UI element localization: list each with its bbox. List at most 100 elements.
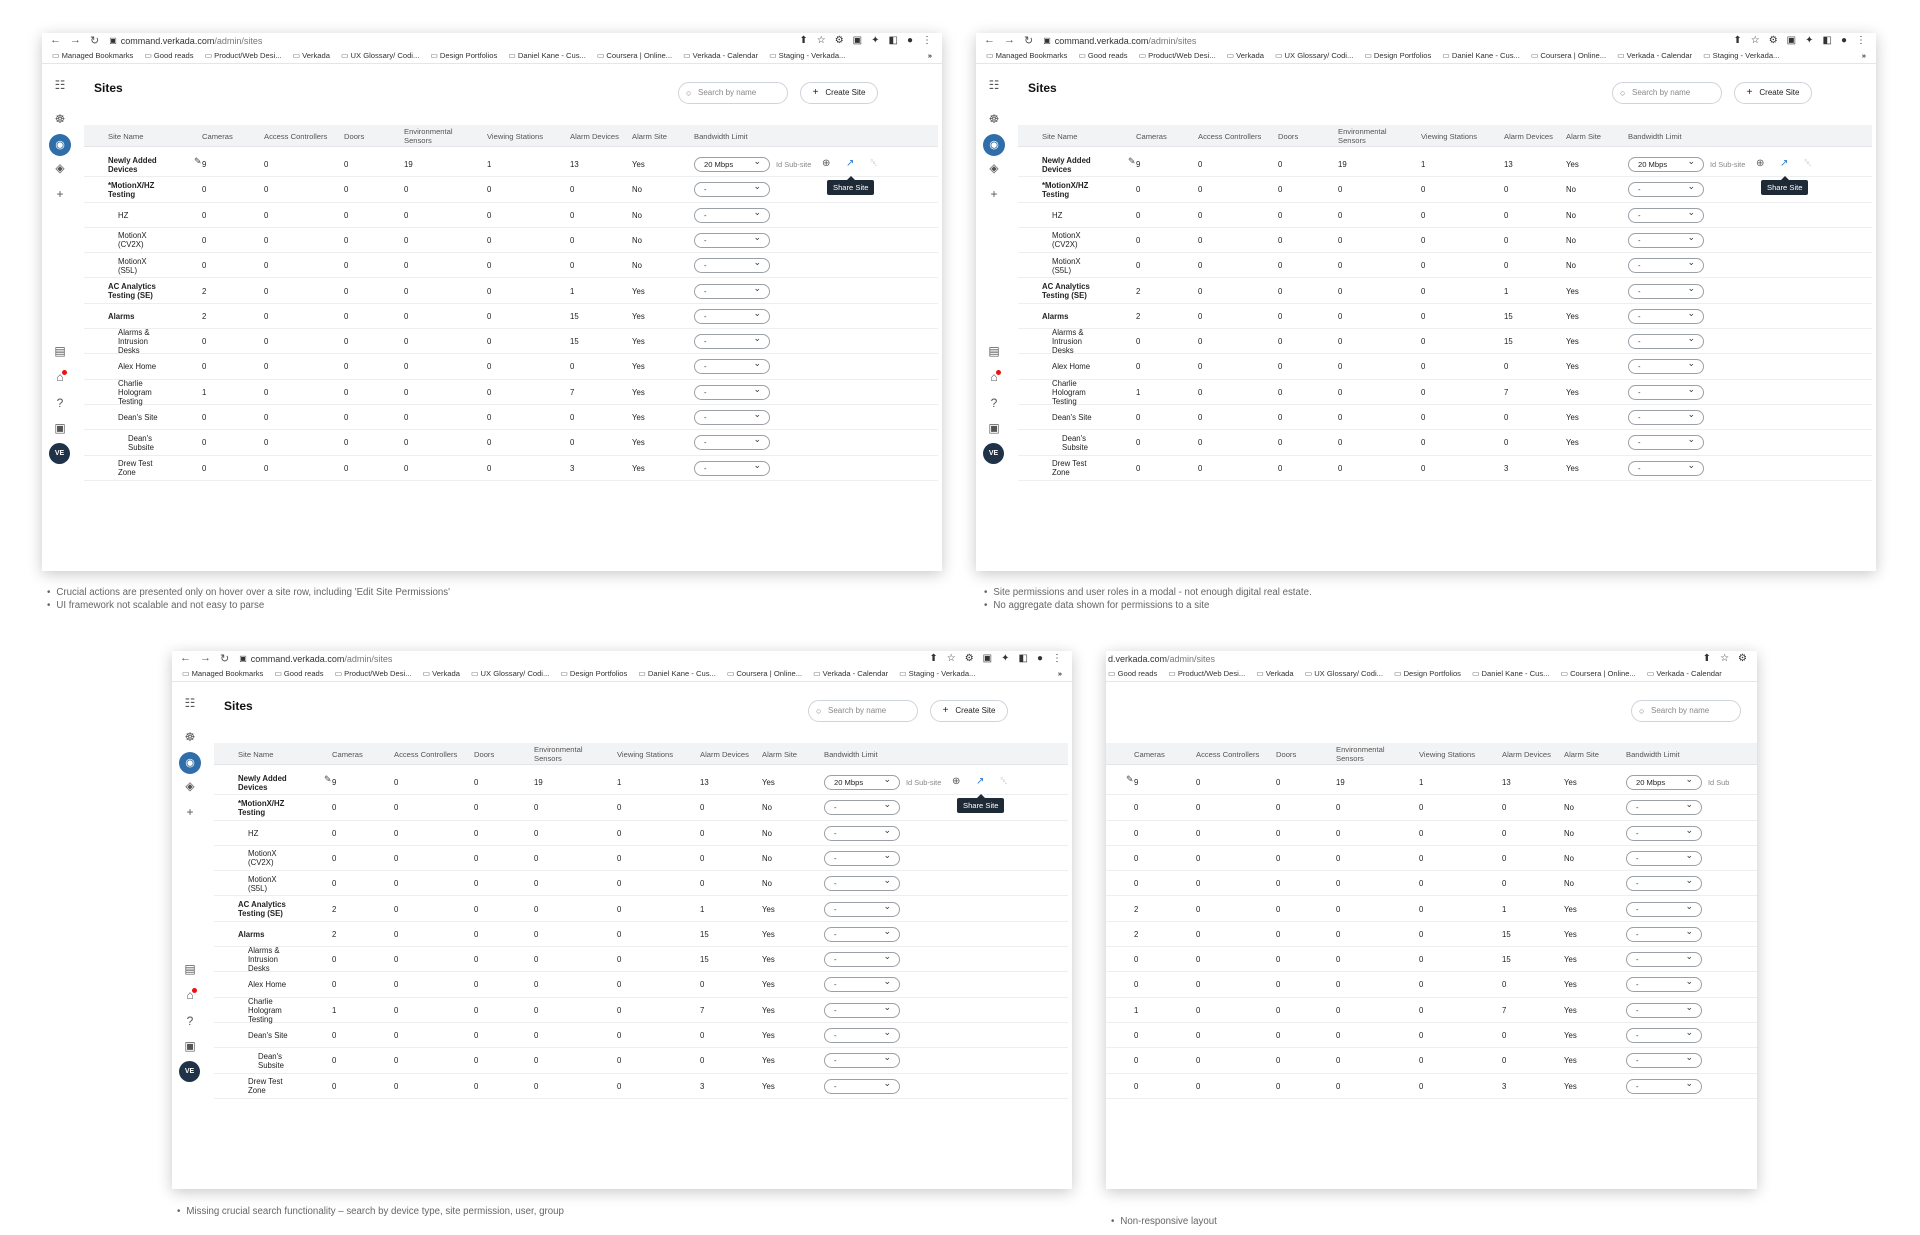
table-row[interactable]: HZ 0 0 0 0 0 0 No - <box>84 203 938 228</box>
bandwidth-select[interactable]: - <box>1628 307 1704 324</box>
table-row[interactable]: Dean's Subsite 0 0 0 0 0 0 Yes - <box>84 430 938 456</box>
table-row[interactable]: 0 0 0 0 0 0 Yes - <box>1106 1048 1757 1074</box>
add-subsite-link[interactable]: Id Sub-site <box>1710 160 1745 169</box>
table-row[interactable]: AC Analytics Testing (SE) 2 0 0 0 0 1 Yes - <box>1018 279 1872 304</box>
table-row[interactable]: Dean's Site 0 0 0 0 0 0 Yes - <box>84 405 938 431</box>
table-row[interactable]: 2 0 0 0 0 15 Yes - <box>1106 922 1757 948</box>
bandwidth-select[interactable]: 20 Mbps <box>1626 773 1702 790</box>
site-name[interactable]: Alarms <box>1042 304 1114 329</box>
bandwidth-select[interactable]: - <box>694 256 770 274</box>
bookmark-item[interactable]: Coursera | Online... <box>597 51 672 60</box>
search-input[interactable]: Search by name <box>678 82 788 104</box>
table-row[interactable]: Alarms & Intrusion Desks 0 0 0 0 0 15 Yes - <box>84 328 938 355</box>
site-name[interactable]: MotionX (CV2X) <box>1052 228 1100 253</box>
bandwidth-select[interactable]: - <box>1628 332 1704 350</box>
site-name[interactable]: *MotionX/HZ Testing <box>238 795 310 820</box>
back-icon[interactable]: ← <box>984 34 995 47</box>
gear-icon[interactable]: ⚙ <box>835 35 844 46</box>
bookmark-item[interactable]: Verkada - Calendar <box>813 669 888 678</box>
table-row[interactable]: Newly Added Devices 9 0 0 19 1 13 Yes 20 Mbps ✎ Id… <box>1018 152 1872 178</box>
site-name[interactable]: MotionX (S5L) <box>118 253 166 278</box>
bandwidth-select[interactable]: - <box>824 798 900 816</box>
bookmark-item[interactable]: Design Portfolios <box>560 669 627 678</box>
site-name[interactable]: Dean's Site <box>1052 405 1100 430</box>
table-row[interactable]: 9 0 0 19 1 13 Yes 20 Mbps ✎ Id Sub <box>1106 770 1757 796</box>
back-icon[interactable]: ← <box>50 34 61 47</box>
bookmark-item[interactable]: UX Glossary/ Codi... <box>1275 51 1354 60</box>
plus-icon[interactable]: + <box>42 187 78 201</box>
bookmark-item[interactable]: Coursera | Online... <box>1561 669 1636 678</box>
address-bar[interactable]: command.verkada.com/admin/sites <box>251 654 393 664</box>
table-row[interactable]: MotionX (S5L) 0 0 0 0 0 0 No - <box>214 871 1068 897</box>
search-input[interactable]: Search by name <box>808 700 918 722</box>
bookmark-item[interactable]: UX Glossary/ Codi... <box>471 669 550 678</box>
table-row[interactable]: MotionX (CV2X) 0 0 0 0 0 0 No - <box>84 228 938 254</box>
bandwidth-select[interactable]: - <box>1626 1026 1702 1043</box>
site-name[interactable]: Alex Home <box>118 354 166 379</box>
bookmark-item[interactable]: Product/Web Desi... <box>1139 51 1215 60</box>
profile-icon[interactable]: ● <box>1037 653 1043 664</box>
site-name[interactable]: MotionX (CV2X) <box>118 228 166 253</box>
sites-org-icon[interactable]: ☸ <box>172 730 208 744</box>
table-row[interactable]: Dean's Site 0 0 0 0 0 0 Yes - <box>1018 405 1872 431</box>
column-header[interactable]: Alarm Devices <box>1502 744 1572 764</box>
table-row[interactable]: Dean's Subsite 0 0 0 0 0 0 Yes - <box>1018 430 1872 456</box>
site-name[interactable]: Dean's Subsite <box>258 1048 292 1073</box>
sidepanel-icon[interactable]: ◧ <box>1823 35 1832 46</box>
menu-icon[interactable]: ⋮ <box>1856 35 1866 46</box>
bookmark-item[interactable]: Verkada <box>1256 669 1294 678</box>
table-row[interactable]: Alarms & Intrusion Desks 0 0 0 0 0 15 Yes - <box>214 946 1068 973</box>
bandwidth-select[interactable]: - <box>824 925 900 942</box>
site-name[interactable]: Drew Test Zone <box>1052 456 1100 481</box>
bandwidth-select[interactable]: 20 Mbps <box>694 155 770 172</box>
share-icon[interactable]: ⬆ <box>1733 35 1741 46</box>
table-row[interactable]: Newly Added Devices 9 0 0 19 1 13 Yes 20 Mbps ✎ Id… <box>214 770 1068 796</box>
bookmark-item[interactable]: UX Glossary/ Codi... <box>341 51 420 60</box>
document-icon[interactable]: ▤ <box>976 344 1012 358</box>
column-header[interactable]: Site Name <box>1042 126 1132 146</box>
table-row[interactable]: 0 0 0 0 0 0 Yes - <box>1106 972 1757 998</box>
bandwidth-select[interactable]: - <box>1628 357 1704 375</box>
forward-icon[interactable]: → <box>70 34 81 47</box>
site-name[interactable]: AC Analytics Testing (SE) <box>238 897 310 922</box>
bandwidth-select[interactable]: - <box>694 231 770 248</box>
bandwidth-select[interactable]: - <box>824 824 900 841</box>
bookmark-item[interactable]: Daniel Kane - Cus... <box>1442 51 1520 60</box>
bookmark-item[interactable]: Design Portfolios <box>430 51 497 60</box>
help-icon[interactable]: ? <box>976 396 1012 410</box>
table-row[interactable]: Alex Home 0 0 0 0 0 0 Yes - <box>1018 354 1872 380</box>
table-row[interactable]: Dean's Site 0 0 0 0 0 0 Yes - <box>214 1023 1068 1049</box>
bookmark-item[interactable]: Verkada - Calendar <box>683 51 758 60</box>
column-header[interactable]: Bandwidth Limit <box>1626 744 1696 764</box>
bookmark-item[interactable]: Managed Bookmarks <box>182 669 264 678</box>
column-header[interactable]: Viewing Stations <box>487 126 557 146</box>
edit-pencil-icon[interactable]: ✎ <box>1128 156 1136 167</box>
table-row[interactable]: Alarms 2 0 0 0 0 15 Yes - <box>1018 304 1872 330</box>
column-header[interactable]: Environmental Sensors <box>534 744 604 764</box>
bandwidth-select[interactable]: 20 Mbps <box>824 773 900 790</box>
table-row[interactable]: Newly Added Devices 9 0 0 19 1 13 Yes 20 Mbps ✎ Id… <box>84 152 938 178</box>
site-name[interactable]: Newly Added Devices <box>1042 152 1114 177</box>
trash-icon[interactable]: ␡ <box>1000 776 1008 787</box>
add-subsite-icon[interactable]: ⊕ <box>952 776 960 787</box>
column-header[interactable]: Alarm Devices <box>570 126 640 146</box>
column-header[interactable]: Cameras <box>1136 126 1206 146</box>
bandwidth-select[interactable]: - <box>694 332 770 350</box>
briefcase-icon[interactable]: ▣ <box>976 421 1012 435</box>
reload-icon[interactable]: ↻ <box>220 652 229 665</box>
table-row[interactable]: 0 0 0 0 0 0 No - <box>1106 795 1757 821</box>
table-row[interactable]: *MotionX/HZ Testing 0 0 0 0 0 0 No - <box>1018 177 1872 203</box>
site-name[interactable]: Alex Home <box>1052 354 1100 379</box>
share-site-icon[interactable]: ↗ <box>846 158 854 169</box>
bookmarks-more[interactable]: » <box>1058 669 1062 678</box>
avatar[interactable]: VE <box>49 443 70 464</box>
bandwidth-select[interactable]: - <box>824 900 900 917</box>
bandwidth-select[interactable]: - <box>1626 925 1702 942</box>
bandwidth-select[interactable]: - <box>1628 433 1704 451</box>
column-header[interactable]: Bandwidth Limit <box>1628 126 1698 146</box>
site-name[interactable]: Charlie Hologram Testing <box>1052 379 1100 406</box>
table-row[interactable]: Charlie Hologram Testing 1 0 0 0 0 7 Yes - <box>1018 379 1872 406</box>
column-header[interactable]: Alarm Devices <box>700 744 770 764</box>
bandwidth-select[interactable]: - <box>824 1077 900 1094</box>
bandwidth-select[interactable]: - <box>694 307 770 324</box>
